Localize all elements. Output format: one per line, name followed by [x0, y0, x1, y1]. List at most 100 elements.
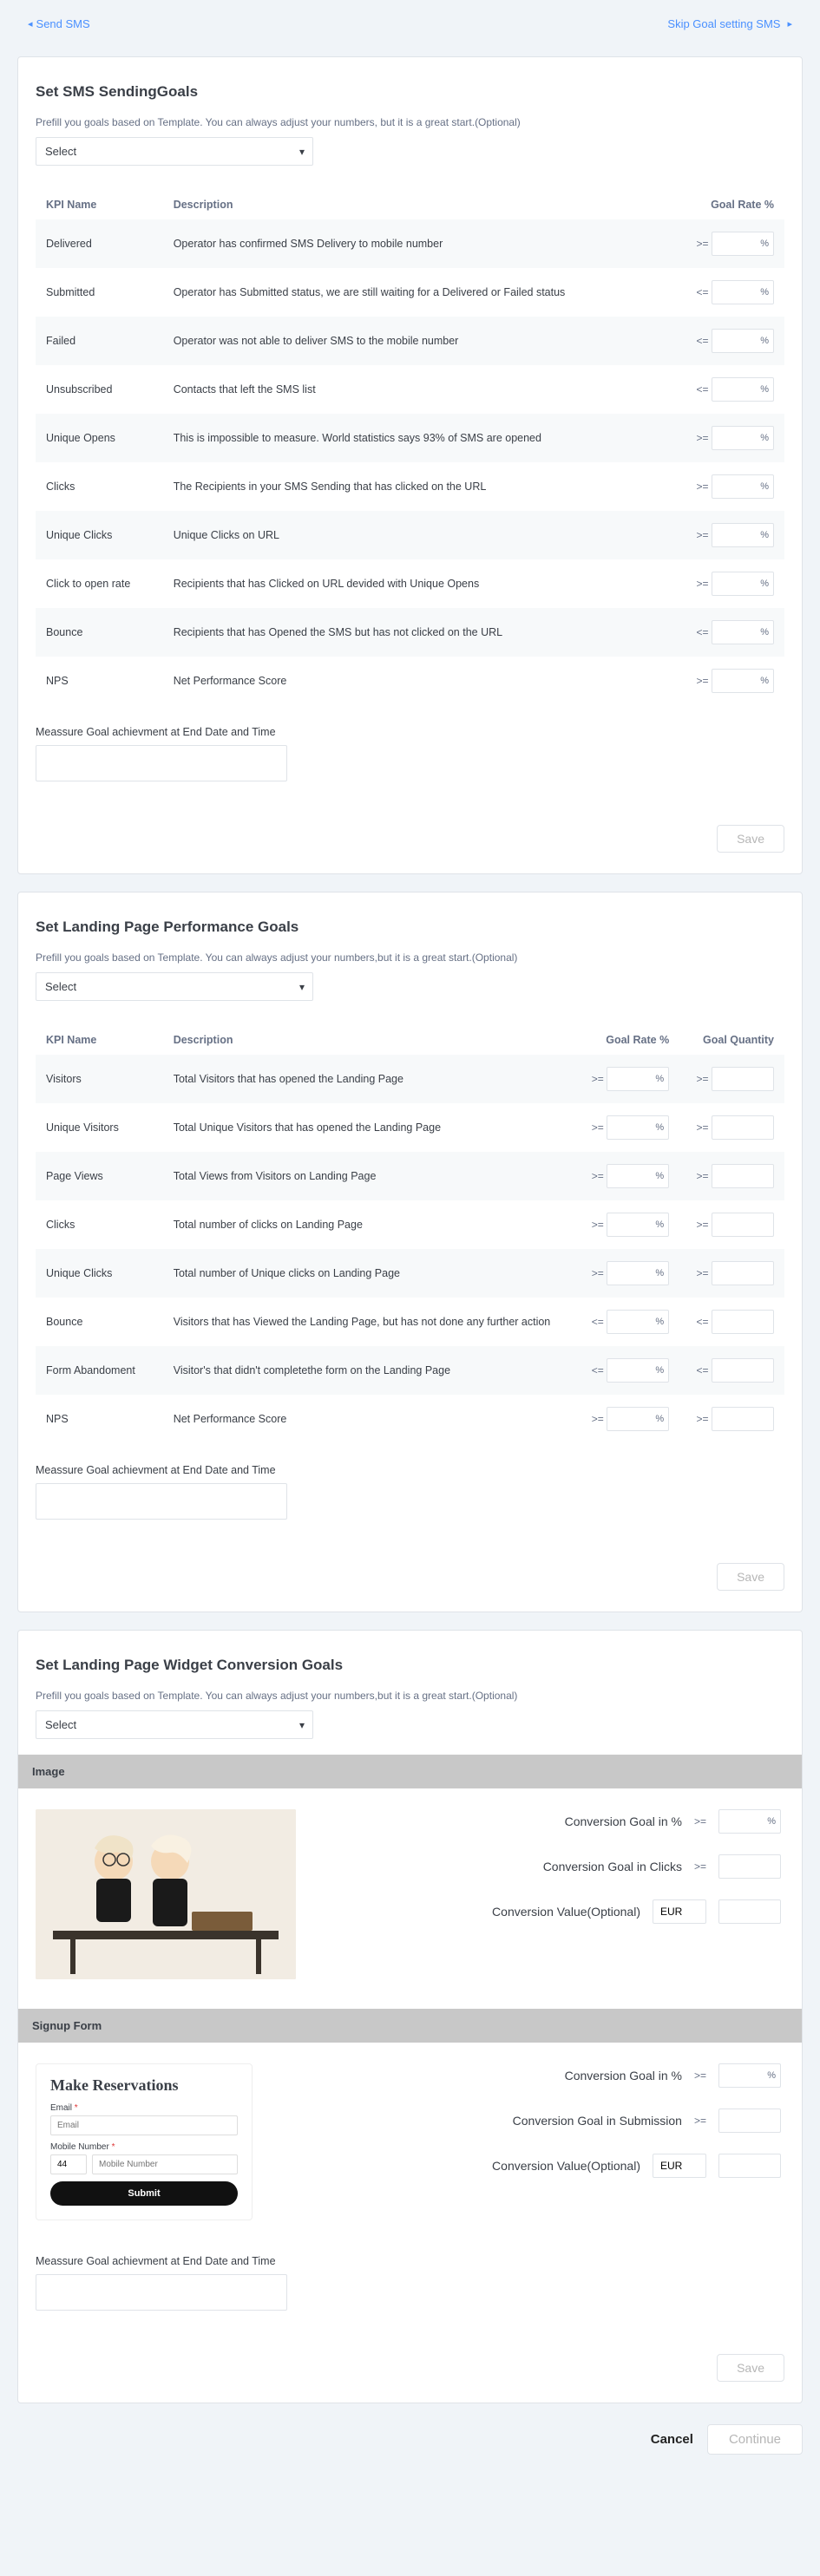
landing-goals-title: Set Landing Page Performance Goals [36, 919, 784, 936]
goal-rate-input[interactable] [607, 1407, 669, 1431]
image-section-header: Image [18, 1755, 802, 1788]
image-clicks-label: Conversion Goal in Clicks [543, 1860, 682, 1873]
signup-cc-input[interactable] [50, 2154, 87, 2174]
widget-measure-label: Meassure Goal achievment at End Date and… [36, 2255, 784, 2267]
signup-sub-input[interactable] [718, 2109, 781, 2133]
goal-qty-op: >= [697, 1073, 709, 1085]
widget-goals-title: Set Landing Page Widget Conversion Goals [36, 1657, 784, 1674]
landing-measure-label: Meassure Goal achievment at End Date and… [36, 1464, 784, 1476]
image-placeholder [36, 1809, 296, 1979]
goal-qty-op: >= [697, 1121, 709, 1134]
kpi-name: Unique Visitors [36, 1103, 163, 1152]
skip-link[interactable]: Skip Goal setting SMS [667, 17, 792, 30]
goal-rate-op: <= [592, 1316, 604, 1328]
kpi-desc: This is impossible to measure. World sta… [163, 414, 665, 462]
back-link[interactable]: Send SMS [28, 17, 90, 30]
goal-rate-input[interactable] [607, 1358, 669, 1383]
goal-rate-input[interactable] [712, 426, 774, 450]
signup-pct-input[interactable] [718, 2063, 781, 2088]
kpi-name: NPS [36, 1395, 163, 1443]
sms-template-select[interactable]: Select [36, 137, 313, 166]
goal-qty-input[interactable] [712, 1407, 774, 1431]
image-value-input[interactable] [718, 1899, 781, 1924]
widget-save-button[interactable]: Save [717, 2354, 784, 2382]
landing-template-select[interactable]: Select [36, 972, 313, 1001]
table-row: NPSNet Performance Score>= >= [36, 1395, 784, 1443]
goal-rate-input[interactable] [712, 669, 774, 693]
kpi-name: Bounce [36, 1298, 163, 1346]
top-bar: Send SMS Skip Goal setting SMS [0, 0, 820, 39]
goal-rate-input[interactable] [712, 620, 774, 644]
goal-op: >= [697, 432, 709, 444]
continue-button[interactable]: Continue [707, 2424, 803, 2455]
kpi-desc: Recipients that has Opened the SMS but h… [163, 608, 665, 657]
goal-rate-input[interactable] [607, 1067, 669, 1091]
table-row: Form AbandomentVisitor's that didn't com… [36, 1346, 784, 1395]
goal-rate-input[interactable] [712, 280, 774, 304]
image-currency-input[interactable] [653, 1899, 706, 1924]
goal-rate-input[interactable] [607, 1261, 669, 1285]
goal-rate-input[interactable] [607, 1213, 669, 1237]
image-illustration [36, 1809, 296, 1979]
kpi-name: Delivered [36, 219, 163, 268]
goal-rate-input[interactable] [712, 523, 774, 547]
sms-save-button[interactable]: Save [717, 825, 784, 853]
table-row: ClicksTotal number of clicks on Landing … [36, 1200, 784, 1249]
image-section-body: Conversion Goal in % >= Conversion Goal … [36, 1788, 784, 1993]
widget-measure-input[interactable] [36, 2274, 287, 2311]
goal-rate-input[interactable] [712, 474, 774, 499]
kpi-name: Failed [36, 317, 163, 365]
signup-section-body: Make Reservations Email Mobile Number Su… [36, 2043, 784, 2234]
image-pct-input[interactable] [718, 1809, 781, 1834]
kpi-name: Clicks [36, 462, 163, 511]
kpi-desc: Total Visitors that has opened the Landi… [163, 1055, 575, 1103]
table-row: Unique OpensThis is impossible to measur… [36, 414, 784, 462]
image-clicks-op: >= [694, 1860, 706, 1873]
signup-submit-button[interactable]: Submit [50, 2181, 238, 2206]
goal-op: >= [697, 578, 709, 590]
goal-qty-input[interactable] [712, 1164, 774, 1188]
goal-rate-input[interactable] [607, 1310, 669, 1334]
landing-measure-input[interactable] [36, 1483, 287, 1520]
goal-qty-input[interactable] [712, 1261, 774, 1285]
widget-template-select[interactable]: Select [36, 1710, 313, 1739]
signup-mobile-input[interactable] [92, 2154, 238, 2174]
goal-rate-op: >= [592, 1170, 604, 1182]
kpi-name: Page Views [36, 1152, 163, 1200]
signup-value-input[interactable] [718, 2154, 781, 2178]
sms-kpi-table: KPI Name Description Goal Rate % Deliver… [36, 190, 784, 705]
goal-qty-input[interactable] [712, 1213, 774, 1237]
landing-save-button[interactable]: Save [717, 1563, 784, 1591]
goal-rate-op: >= [592, 1219, 604, 1231]
kpi-desc: Total Views from Visitors on Landing Pag… [163, 1152, 575, 1200]
bottom-actions: Cancel Continue [0, 2403, 820, 2463]
cancel-button[interactable]: Cancel [646, 2431, 699, 2448]
goal-rate-input[interactable] [607, 1164, 669, 1188]
col-goal-qty: Goal Quantity [679, 1025, 784, 1055]
goal-op: >= [697, 238, 709, 250]
goal-qty-input[interactable] [712, 1358, 774, 1383]
goal-rate-input[interactable] [712, 329, 774, 353]
goal-rate-input[interactable] [712, 377, 774, 402]
goal-qty-op: >= [697, 1219, 709, 1231]
signup-sub-label: Conversion Goal in Submission [513, 2114, 682, 2128]
goal-qty-input[interactable] [712, 1310, 774, 1334]
kpi-desc: Visitor's that didn't completethe form o… [163, 1346, 575, 1395]
table-row: BounceVisitors that has Viewed the Landi… [36, 1298, 784, 1346]
kpi-name: Bounce [36, 608, 163, 657]
goal-op: >= [697, 675, 709, 687]
signup-email-input[interactable] [50, 2115, 238, 2135]
goal-qty-input[interactable] [712, 1067, 774, 1091]
goal-rate-input[interactable] [607, 1115, 669, 1140]
image-pct-label: Conversion Goal in % [565, 1814, 682, 1828]
goal-rate-input[interactable] [712, 572, 774, 596]
col-goal-rate: Goal Rate % [574, 1025, 679, 1055]
kpi-desc: Total Unique Visitors that has opened th… [163, 1103, 575, 1152]
goal-rate-input[interactable] [712, 232, 774, 256]
image-clicks-input[interactable] [718, 1854, 781, 1879]
table-row: Unique VisitorsTotal Unique Visitors tha… [36, 1103, 784, 1152]
sms-measure-input[interactable] [36, 745, 287, 781]
kpi-name: Submitted [36, 268, 163, 317]
signup-currency-input[interactable] [653, 2154, 706, 2178]
goal-qty-input[interactable] [712, 1115, 774, 1140]
